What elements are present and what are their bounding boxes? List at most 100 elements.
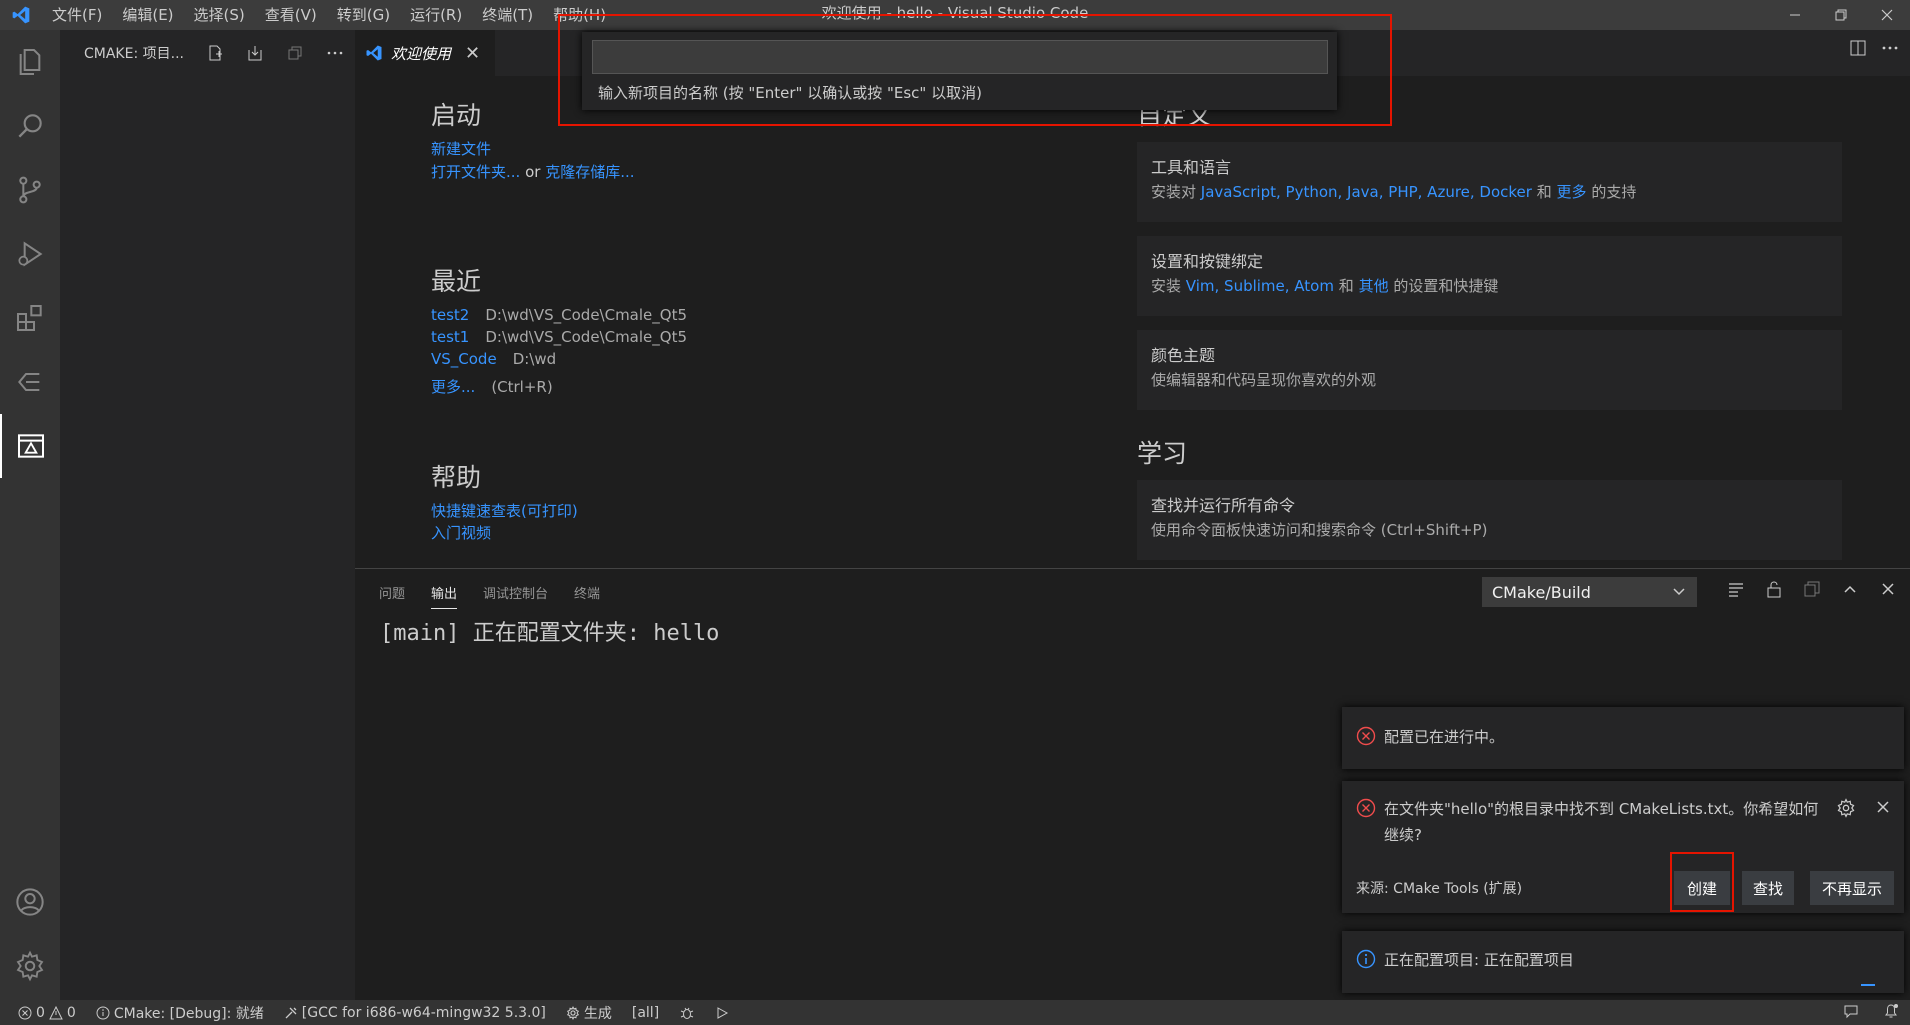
warning-count: 0 bbox=[66, 1004, 76, 1021]
restore-icon[interactable] bbox=[1818, 0, 1864, 30]
problems-status[interactable]: 0 0 bbox=[0, 1005, 86, 1021]
cmake-build[interactable]: 生成 bbox=[556, 1003, 622, 1023]
cmake-kit[interactable]: [GCC for i686-w64-mingw32 5.3.0] bbox=[274, 1005, 556, 1021]
cmake-icon[interactable] bbox=[0, 414, 60, 478]
recent-title: 最近 bbox=[431, 267, 482, 296]
source-control-icon[interactable] bbox=[0, 158, 60, 222]
output-log: [main] 正在配置文件夹: hello bbox=[380, 621, 720, 646]
recent-item-name[interactable]: VS_Code bbox=[431, 348, 497, 370]
extensions-icon[interactable] bbox=[0, 286, 60, 350]
recent-item[interactable]: test1 D:\wd\VS_Code\Cmale_Qt5 bbox=[431, 326, 1031, 348]
tab-problems[interactable]: 问题 bbox=[379, 583, 405, 609]
build-target[interactable]: [all] bbox=[622, 1005, 669, 1021]
tab-output[interactable]: 输出 bbox=[431, 583, 458, 609]
vscode-tab-icon bbox=[366, 45, 382, 61]
remote-explorer-icon[interactable] bbox=[0, 350, 60, 414]
vscode-logo-icon bbox=[0, 0, 42, 30]
find-button[interactable]: 查找 bbox=[1742, 871, 1794, 905]
keymap-links[interactable]: Vim, Sublime, Atom bbox=[1186, 277, 1334, 295]
notification-config-in-progress: 配置已在进行中。 bbox=[1342, 707, 1904, 769]
more-languages-link[interactable]: 更多 bbox=[1557, 183, 1587, 201]
new-file-link[interactable]: 新建文件 bbox=[431, 140, 491, 158]
maximize-panel-icon[interactable] bbox=[1840, 579, 1860, 603]
highlight-box-quick-input bbox=[558, 14, 1392, 126]
feedback-icon[interactable] bbox=[1842, 1002, 1860, 1024]
search-icon[interactable] bbox=[0, 94, 60, 158]
open-folder-link[interactable]: 打开文件夹... bbox=[431, 163, 520, 181]
run-debug-icon[interactable] bbox=[0, 222, 60, 286]
close-panel-icon[interactable] bbox=[1878, 579, 1898, 603]
help-section: 帮助 快捷键速查表(可打印) 入门视频 bbox=[431, 458, 1031, 544]
recent-more-link[interactable]: 更多... bbox=[431, 376, 475, 398]
lock-scroll-icon[interactable] bbox=[1764, 579, 1784, 603]
settings-keybindings-card[interactable]: 设置和按键绑定 安装 Vim, Sublime, Atom 和 其他 的设置和快… bbox=[1137, 236, 1842, 316]
recent-more-shortcut: (Ctrl+R) bbox=[491, 378, 553, 396]
notifications-bell-icon[interactable] bbox=[1882, 1002, 1900, 1024]
collapse-all-icon[interactable] bbox=[275, 38, 315, 68]
other-keymaps-link[interactable]: 其他 bbox=[1359, 277, 1389, 295]
activity-bar bbox=[0, 30, 60, 1000]
close-window-icon[interactable] bbox=[1864, 0, 1910, 30]
open-in-editor-icon[interactable] bbox=[1802, 579, 1822, 603]
close-tab-icon[interactable]: ✕ bbox=[465, 43, 480, 64]
menu-go[interactable]: 转到(G) bbox=[327, 0, 400, 30]
info-icon bbox=[96, 1006, 110, 1019]
editor-more-icon[interactable] bbox=[1880, 38, 1900, 62]
notification-text-line1: 在文件夹"hello"的根目录中找不到 CMakeLists.txt。你希望如何 bbox=[1384, 800, 1819, 818]
find-commands-card[interactable]: 查找并运行所有命令 使用命令面板快速访问和搜索命令 (Ctrl+Shift+P) bbox=[1137, 480, 1842, 560]
dont-show-again-button[interactable]: 不再显示 bbox=[1810, 871, 1894, 905]
build-target-text: [all] bbox=[631, 1004, 660, 1021]
cmake-status[interactable]: CMake: [Debug]: 就绪 bbox=[86, 1003, 274, 1023]
card-title: 设置和按键绑定 bbox=[1151, 252, 1264, 271]
clear-output-icon[interactable] bbox=[1726, 579, 1746, 603]
languages-links[interactable]: JavaScript, Python, Java, PHP, Azure, Do… bbox=[1201, 183, 1532, 201]
explorer-icon[interactable] bbox=[0, 30, 60, 94]
new-file-icon[interactable] bbox=[195, 38, 235, 68]
card-desc: 使用命令面板快速访问和搜索命令 (Ctrl+Shift+P) bbox=[1151, 521, 1488, 539]
tab-debug-console[interactable]: 调试控制台 bbox=[483, 583, 548, 609]
notification-configuring-project: 正在配置项目: 正在配置项目 bbox=[1342, 931, 1904, 993]
intro-videos-link[interactable]: 入门视频 bbox=[431, 524, 491, 542]
panel-tabs: 问题 输出 调试控制台 终端 bbox=[379, 583, 600, 609]
notification-source: 来源: CMake Tools (扩展) bbox=[1356, 881, 1523, 897]
clone-repo-link[interactable]: 克隆存储库... bbox=[545, 163, 634, 181]
card-desc-and: 和 bbox=[1536, 183, 1552, 201]
manage-gear-icon[interactable] bbox=[0, 934, 60, 998]
menu-terminal[interactable]: 终端(T) bbox=[472, 0, 543, 30]
split-editor-icon[interactable] bbox=[1848, 38, 1868, 62]
notification-gear-icon[interactable] bbox=[1836, 798, 1856, 822]
color-theme-card[interactable]: 颜色主题 使编辑器和代码呈现你喜欢的外观 bbox=[1137, 330, 1842, 410]
recent-section: 最近 test2 D:\wd\VS_Code\Cmale_Qt5 test1 D… bbox=[431, 262, 1031, 398]
minimize-icon[interactable] bbox=[1772, 0, 1818, 30]
recent-item-path: D:\wd\VS_Code\Cmale_Qt5 bbox=[485, 328, 688, 346]
recent-item[interactable]: VS_Code D:\wd bbox=[431, 348, 1031, 370]
launch-status[interactable] bbox=[705, 1006, 739, 1020]
notification-text: 正在配置项目: 正在配置项目 bbox=[1384, 951, 1574, 969]
output-channel-select[interactable]: CMake/Build bbox=[1482, 577, 1697, 607]
save-all-icon[interactable] bbox=[235, 38, 275, 68]
window-controls bbox=[1772, 0, 1910, 30]
recent-item-name[interactable]: test2 bbox=[431, 304, 469, 326]
notification-text-line2: 继续? bbox=[1384, 826, 1422, 844]
debug-status[interactable] bbox=[669, 1005, 705, 1021]
error-count: 0 bbox=[36, 1004, 45, 1021]
tools-languages-card[interactable]: 工具和语言 安装对 JavaScript, Python, Java, PHP,… bbox=[1137, 142, 1842, 222]
info-icon bbox=[1356, 949, 1376, 969]
cheatsheet-link[interactable]: 快捷键速查表(可打印) bbox=[431, 502, 578, 520]
tab-terminal[interactable]: 终端 bbox=[574, 583, 600, 609]
menu-view[interactable]: 查看(V) bbox=[255, 0, 327, 30]
account-icon[interactable] bbox=[0, 870, 60, 934]
menu-edit[interactable]: 编辑(E) bbox=[112, 0, 183, 30]
recent-item[interactable]: test2 D:\wd\VS_Code\Cmale_Qt5 bbox=[431, 304, 1031, 326]
more-actions-icon[interactable] bbox=[315, 38, 355, 68]
tab-welcome[interactable]: 欢迎使用 ✕ bbox=[355, 30, 495, 76]
menu-run[interactable]: 运行(R) bbox=[400, 0, 472, 30]
cmake-sidebar: CMAKE: 项目... bbox=[60, 30, 355, 1000]
notification-close-icon[interactable] bbox=[1874, 798, 1892, 820]
build-label: 生成 bbox=[583, 1005, 612, 1022]
menu-file[interactable]: 文件(F) bbox=[42, 0, 112, 30]
menu-selection[interactable]: 选择(S) bbox=[184, 0, 255, 30]
progress-indicator bbox=[1861, 984, 1875, 986]
error-icon bbox=[1356, 726, 1376, 746]
recent-item-name[interactable]: test1 bbox=[431, 326, 469, 348]
